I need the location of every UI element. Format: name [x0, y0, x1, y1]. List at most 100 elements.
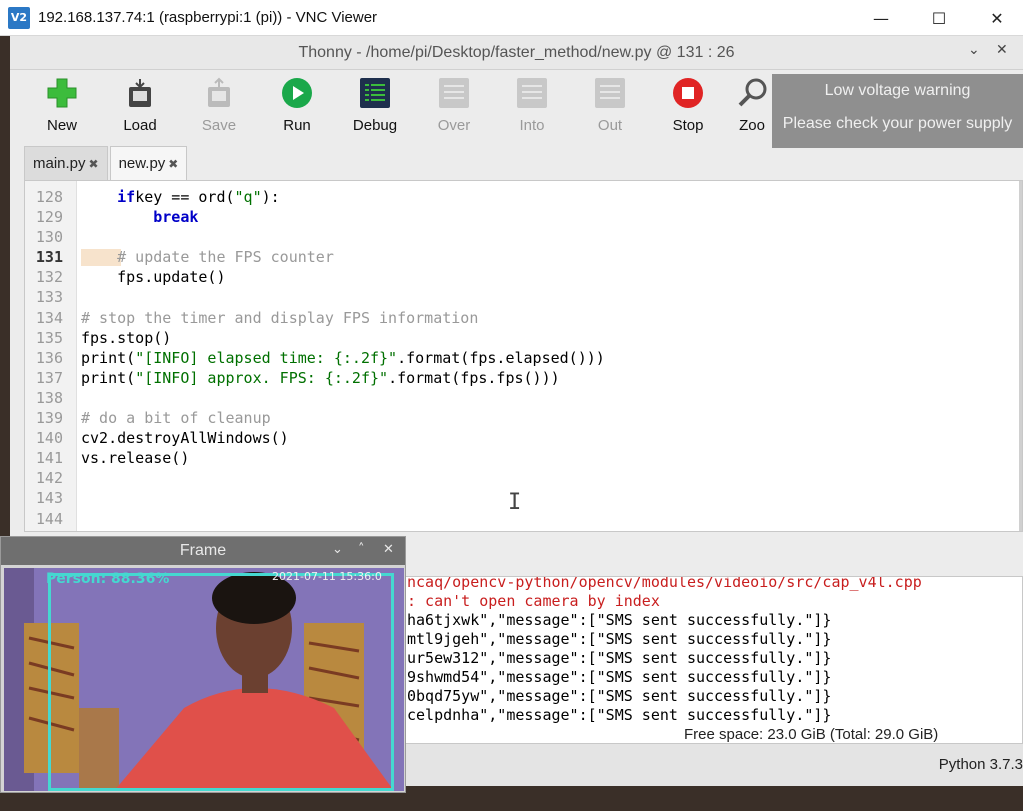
code-token: if — [117, 188, 136, 206]
thonny-close-button[interactable]: ✕ — [996, 42, 1008, 58]
code-token: # update the FPS counter — [117, 248, 334, 267]
chevron-down-icon[interactable]: ⌄ — [968, 42, 980, 58]
code-text: fps.update() — [81, 267, 225, 287]
save-icon — [202, 76, 236, 110]
frame-window-title: Frame — [179, 542, 227, 559]
code-line[interactable]: 128 ifkey == ord("q"): — [25, 187, 1022, 207]
debug-label: Debug — [352, 117, 398, 134]
close-tab-icon[interactable]: ✖ — [89, 157, 99, 171]
debug-icon — [358, 76, 392, 110]
chevron-up-icon[interactable]: ˄ — [358, 542, 365, 557]
code-text: # do a bit of cleanup — [81, 408, 271, 428]
notification-body: Please check your power supply — [782, 115, 1013, 132]
run-button[interactable]: Run — [262, 76, 332, 134]
step-out-label: Out — [597, 117, 623, 134]
code-line[interactable]: 138 — [25, 388, 1022, 408]
step-into-label: Into — [519, 117, 545, 134]
shell-line: ur5ew312","message":["SMS sent successfu… — [407, 649, 832, 667]
step-over-icon — [437, 76, 471, 110]
code-line[interactable]: 136 print("[INFO] elapsed time: {:.2f}".f… — [25, 348, 1022, 368]
frame-titlebar[interactable]: Frame ⌄ ˄ ✕ — [1, 537, 405, 565]
python-version[interactable]: Python 3.7.3 — [939, 756, 1023, 773]
debug-button[interactable]: Debug — [340, 76, 410, 134]
line-number: 132 — [35, 268, 63, 287]
code-line[interactable]: 139 # do a bit of cleanup — [25, 408, 1022, 428]
stop-button[interactable]: Stop — [653, 76, 723, 134]
chevron-down-icon[interactable]: ⌄ — [332, 542, 343, 557]
close-button[interactable]: ✕ — [970, 0, 1023, 36]
code-token: "[INFO] elapsed time: {:.2f}" — [135, 348, 398, 367]
load-icon — [123, 76, 157, 110]
code-line[interactable]: 143 — [25, 488, 1022, 508]
code-text: print("[INFO] elapsed time: {:.2f}".form… — [81, 348, 605, 368]
line-number: 128 — [35, 188, 63, 206]
line-number: 131 — [35, 248, 63, 267]
code-token: cv2.destroyAllWindows() — [81, 429, 289, 448]
low-voltage-notification[interactable]: Low voltage warning Please check your po… — [772, 74, 1023, 148]
shell-line: 9shwmd54","message":["SMS sent successfu… — [407, 668, 832, 686]
code-line[interactable]: 134 # stop the timer and display FPS info… — [25, 308, 1022, 328]
step-over-button[interactable]: Over — [419, 76, 489, 134]
line-number: 129 — [35, 208, 63, 227]
code-line[interactable]: 129 break — [25, 207, 1022, 227]
code-line[interactable]: 131 # update the FPS counter — [25, 247, 1022, 267]
code-line[interactable]: 144 — [25, 509, 1022, 529]
code-line[interactable]: 135 fps.stop() — [25, 328, 1022, 348]
code-line[interactable]: 130 — [25, 227, 1022, 247]
code-line[interactable]: 142 — [25, 468, 1022, 488]
code-line[interactable]: 137 print("[INFO] approx. FPS: {:.2f}".fo… — [25, 368, 1022, 388]
load-button[interactable]: Load — [105, 76, 175, 134]
line-number: 135 — [35, 328, 63, 347]
shell-line: ha6tjxwk","message":["SMS sent successfu… — [407, 611, 832, 629]
editor-scrollbar[interactable] — [1019, 181, 1022, 531]
tab-label: new.py — [118, 155, 166, 172]
code-text: # update the FPS counter — [81, 247, 334, 267]
step-into-button[interactable]: Into — [497, 76, 567, 134]
code-token: ): — [261, 188, 280, 206]
line-number: 144 — [35, 509, 63, 528]
line-number: 136 — [35, 348, 63, 367]
shell-line: mtl9jgeh","message":["SMS sent successfu… — [407, 630, 832, 648]
code-line[interactable]: 132 fps.update() — [25, 267, 1022, 287]
code-line[interactable]: 140 cv2.destroyAllWindows() — [25, 428, 1022, 448]
line-number: 134 — [35, 308, 63, 327]
code-token: key == ord( — [135, 188, 235, 206]
line-number: 143 — [35, 489, 63, 508]
code-token: .format(fps.elapsed())) — [397, 348, 605, 367]
save-button[interactable]: Save — [184, 76, 254, 134]
tab-label: main.py — [33, 155, 86, 172]
maximize-button[interactable]: ☐ — [912, 0, 966, 36]
code-token: "q" — [234, 188, 262, 206]
code-area[interactable]: 128 ifkey == ord("q"): 129 break 130 131 # … — [25, 187, 1022, 529]
save-label: Save — [201, 117, 237, 134]
close-tab-icon[interactable]: ✖ — [168, 157, 178, 171]
line-number: 133 — [35, 288, 63, 307]
code-text: ifkey == ord("q"): — [81, 187, 280, 207]
play-icon — [280, 76, 314, 110]
tab-new-py[interactable]: new.py ✖ — [109, 146, 188, 180]
code-token: print( — [81, 348, 136, 367]
code-line[interactable]: 133 — [25, 287, 1022, 307]
step-out-button[interactable]: Out — [575, 76, 645, 134]
line-number: 139 — [35, 409, 63, 428]
code-text: break — [81, 207, 198, 227]
stop-label: Stop — [672, 117, 704, 134]
free-space-text: Free space: 23.0 GiB (Total: 29.0 GiB) — [684, 726, 939, 743]
line-number: 137 — [35, 368, 63, 387]
code-text: # stop the timer and display FPS informa… — [81, 308, 478, 328]
shell-line: celpdnha","message":["SMS sent successfu… — [407, 706, 832, 724]
zoom-button[interactable]: Zoo — [732, 76, 772, 134]
code-editor[interactable]: 128 ifkey == ord("q"): 129 break 130 131 # … — [24, 180, 1023, 532]
frame-close-button[interactable]: ✕ — [383, 542, 394, 557]
code-token: break — [153, 208, 199, 227]
code-token: .format(fps.fps())) — [388, 368, 560, 387]
code-token: fps.stop() — [81, 328, 172, 347]
code-line[interactable]: 141 vs.release() — [25, 448, 1022, 468]
new-button[interactable]: New — [27, 76, 97, 134]
code-token: "[INFO] approx. FPS: {:.2f}" — [135, 368, 389, 387]
shell-line: ncaq/opencv-python/opencv/modules/videoi… — [407, 576, 922, 591]
minimize-button[interactable]: — — [854, 0, 908, 36]
tab-main-py[interactable]: main.py ✖ — [24, 146, 108, 180]
run-label: Run — [283, 117, 311, 134]
line-number: 130 — [35, 228, 63, 247]
